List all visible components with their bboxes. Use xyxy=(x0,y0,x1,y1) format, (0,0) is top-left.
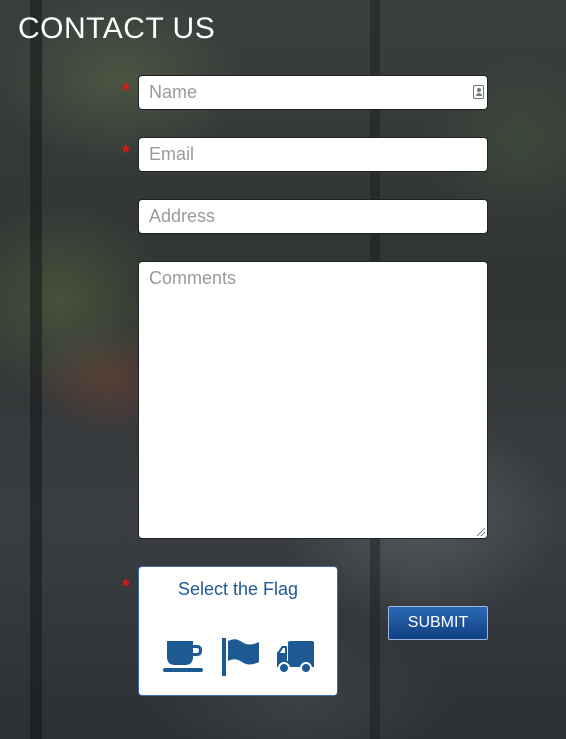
name-field-wrapper xyxy=(138,75,488,110)
captcha-box: Select the Flag xyxy=(138,566,338,696)
address-field-wrapper xyxy=(138,199,488,234)
flag-icon[interactable] xyxy=(221,637,261,677)
address-field[interactable] xyxy=(139,200,487,233)
resize-handle-icon[interactable] xyxy=(477,528,485,536)
required-marker-captcha: * xyxy=(122,576,130,598)
truck-icon[interactable] xyxy=(275,637,315,677)
name-field[interactable] xyxy=(139,76,487,109)
required-marker-email: * xyxy=(122,142,130,164)
captcha-label: Select the Flag xyxy=(177,579,299,599)
email-field[interactable] xyxy=(139,138,487,171)
comments-field-wrapper xyxy=(138,261,488,539)
required-marker-name: * xyxy=(122,80,130,102)
comments-field[interactable] xyxy=(139,262,487,538)
email-field-wrapper xyxy=(138,137,488,172)
contact-card-icon[interactable] xyxy=(473,85,484,99)
coffee-cup-icon[interactable] xyxy=(163,637,205,677)
page-title: CONTACT US xyxy=(18,12,216,45)
submit-button[interactable]: SUBMIT xyxy=(388,606,488,640)
